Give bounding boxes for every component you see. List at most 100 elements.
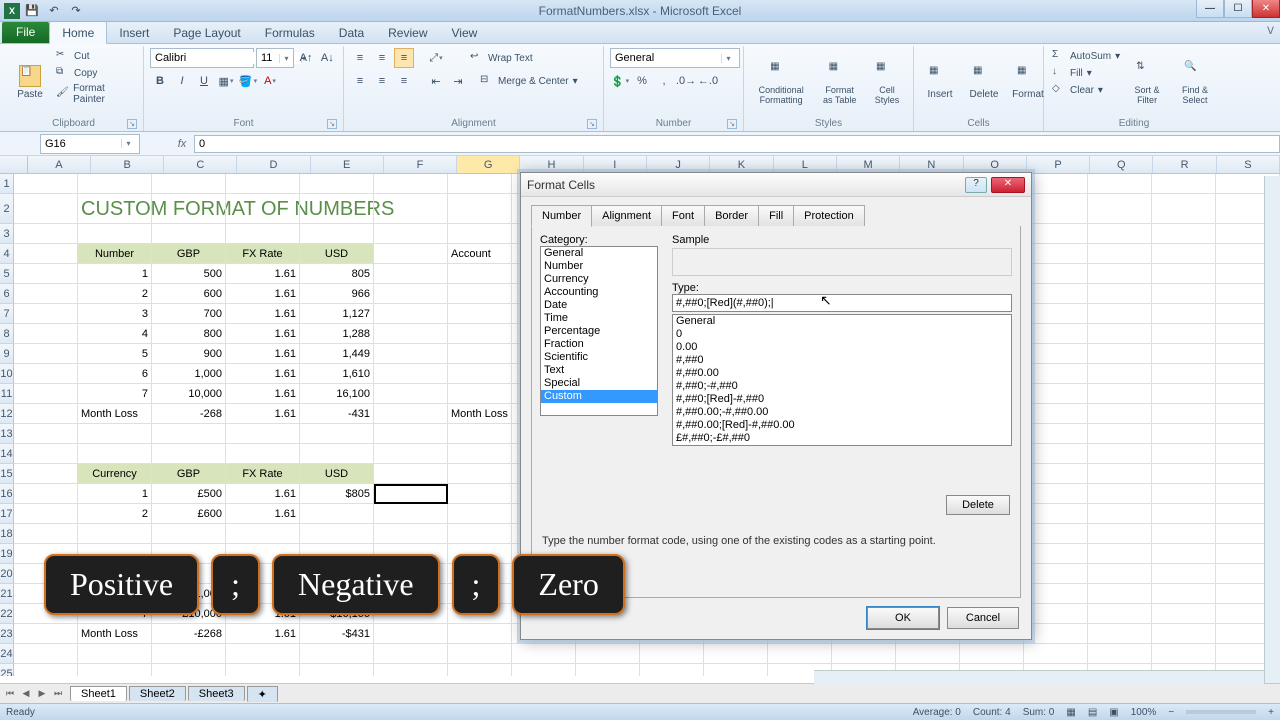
col-header-C[interactable]: C (164, 156, 237, 173)
cell-A7[interactable] (14, 304, 78, 324)
cell-P17[interactable] (1024, 504, 1088, 524)
cell-P2[interactable] (1024, 194, 1088, 224)
col-header-S[interactable]: S (1217, 156, 1280, 173)
cell-F5[interactable] (374, 264, 448, 284)
type-item[interactable]: £#,##0;[Red]-£#,##0 (673, 445, 1011, 446)
increase-font-icon[interactable]: A↑ (296, 48, 315, 68)
cell-R17[interactable] (1152, 504, 1216, 524)
italic-button[interactable]: I (172, 71, 192, 91)
cell-P10[interactable] (1024, 364, 1088, 384)
cell-E10[interactable]: 1,610 (300, 364, 374, 384)
row-header-4[interactable]: 4 (0, 244, 14, 264)
cell-B17[interactable]: 2 (78, 504, 152, 524)
cell-G14[interactable] (448, 444, 512, 464)
cell-B16[interactable]: 1 (78, 484, 152, 504)
fill-color-button[interactable]: 🪣 (238, 71, 258, 91)
cell-K24[interactable] (704, 644, 768, 664)
cell-P11[interactable] (1024, 384, 1088, 404)
format-as-table-button[interactable]: ▦Format as Table (816, 48, 863, 117)
conditional-formatting-button[interactable]: ▦Conditional Formatting (750, 48, 812, 117)
cell-F14[interactable] (374, 444, 448, 464)
category-item[interactable]: Time (541, 312, 657, 325)
col-header-E[interactable]: E (311, 156, 384, 173)
dialog-help-icon[interactable]: ? (965, 177, 987, 193)
cell-G25[interactable] (448, 664, 512, 676)
cell-F1[interactable] (374, 174, 448, 194)
clipboard-launcher-icon[interactable]: ↘ (127, 119, 137, 129)
cell-N24[interactable] (896, 644, 960, 664)
cell-D15[interactable]: FX Rate (226, 464, 300, 484)
cell-R19[interactable] (1152, 544, 1216, 564)
number-launcher-icon[interactable]: ↘ (727, 119, 737, 129)
cell-A4[interactable] (14, 244, 78, 264)
cell-B11[interactable]: 7 (78, 384, 152, 404)
cell-Q18[interactable] (1088, 524, 1152, 544)
cell-D3[interactable] (226, 224, 300, 244)
cell-A3[interactable] (14, 224, 78, 244)
type-item[interactable]: #,##0 (673, 354, 1011, 367)
type-item[interactable]: #,##0;[Red]-#,##0 (673, 393, 1011, 406)
collapse-ribbon-icon[interactable]: ᐯ (1267, 26, 1274, 37)
row-header-12[interactable]: 12 (0, 404, 14, 424)
cell-Q3[interactable] (1088, 224, 1152, 244)
cell-B14[interactable] (78, 444, 152, 464)
cell-Q20[interactable] (1088, 564, 1152, 584)
cell-B13[interactable] (78, 424, 152, 444)
tab-data[interactable]: Data (327, 22, 376, 43)
insert-cells-button[interactable]: ▦Insert (920, 48, 960, 117)
cell-D9[interactable]: 1.61 (226, 344, 300, 364)
cell-I25[interactable] (576, 664, 640, 676)
decrease-font-icon[interactable]: A↓ (318, 48, 337, 68)
view-normal-icon[interactable]: ▦ (1066, 707, 1075, 718)
cell-B6[interactable]: 2 (78, 284, 152, 304)
cell-P7[interactable] (1024, 304, 1088, 324)
row-header-1[interactable]: 1 (0, 174, 14, 194)
cell-Q10[interactable] (1088, 364, 1152, 384)
row-header-7[interactable]: 7 (0, 304, 14, 324)
font-launcher-icon[interactable]: ↘ (327, 119, 337, 129)
increase-decimal-icon[interactable]: .0→ (676, 71, 696, 91)
tab-review[interactable]: Review (376, 22, 439, 43)
vertical-scrollbar[interactable] (1264, 176, 1280, 687)
tab-nav-first-icon[interactable]: ⏮ (2, 688, 18, 699)
cell-F8[interactable] (374, 324, 448, 344)
row-header-19[interactable]: 19 (0, 544, 14, 564)
row-header-14[interactable]: 14 (0, 444, 14, 464)
cell-P23[interactable] (1024, 624, 1088, 644)
format-cells-button[interactable]: ▦Format (1008, 48, 1048, 117)
cell-C7[interactable]: 700 (152, 304, 226, 324)
cell-E17[interactable] (300, 504, 374, 524)
dialog-tab-fill[interactable]: Fill (758, 205, 794, 227)
cell-A12[interactable] (14, 404, 78, 424)
cell-C6[interactable]: 600 (152, 284, 226, 304)
cell-Q6[interactable] (1088, 284, 1152, 304)
cell-Q4[interactable] (1088, 244, 1152, 264)
zoom-slider[interactable] (1186, 710, 1256, 714)
cell-Q1[interactable] (1088, 174, 1152, 194)
row-header-15[interactable]: 15 (0, 464, 14, 484)
cell-D23[interactable]: 1.61 (226, 624, 300, 644)
cell-Q2[interactable] (1088, 194, 1152, 224)
format-painter-button[interactable]: 🖌Format Painter (54, 82, 137, 106)
view-break-icon[interactable]: ▣ (1109, 707, 1118, 718)
find-select-button[interactable]: 🔍Find & Select (1172, 48, 1218, 117)
cell-A9[interactable] (14, 344, 78, 364)
type-item[interactable]: #,##0.00;-#,##0.00 (673, 406, 1011, 419)
category-item[interactable]: Special (541, 377, 657, 390)
autosum-button[interactable]: ΣAutoSum ▾ (1050, 48, 1122, 64)
align-right-icon[interactable]: ≡ (394, 71, 414, 91)
cell-A1[interactable] (14, 174, 78, 194)
dialog-tab-font[interactable]: Font (661, 205, 705, 227)
font-color-button[interactable]: A (260, 71, 280, 91)
row-header-2[interactable]: 2 (0, 194, 14, 224)
alignment-launcher-icon[interactable]: ↘ (587, 119, 597, 129)
cell-E11[interactable]: 16,100 (300, 384, 374, 404)
cell-L24[interactable] (768, 644, 832, 664)
tab-formulas[interactable]: Formulas (253, 22, 327, 43)
minimize-button[interactable]: — (1196, 0, 1224, 18)
row-header-17[interactable]: 17 (0, 504, 14, 524)
cell-D17[interactable]: 1.61 (226, 504, 300, 524)
close-button[interactable]: ✕ (1252, 0, 1280, 18)
cell-Q12[interactable] (1088, 404, 1152, 424)
underline-button[interactable]: U (194, 71, 214, 91)
